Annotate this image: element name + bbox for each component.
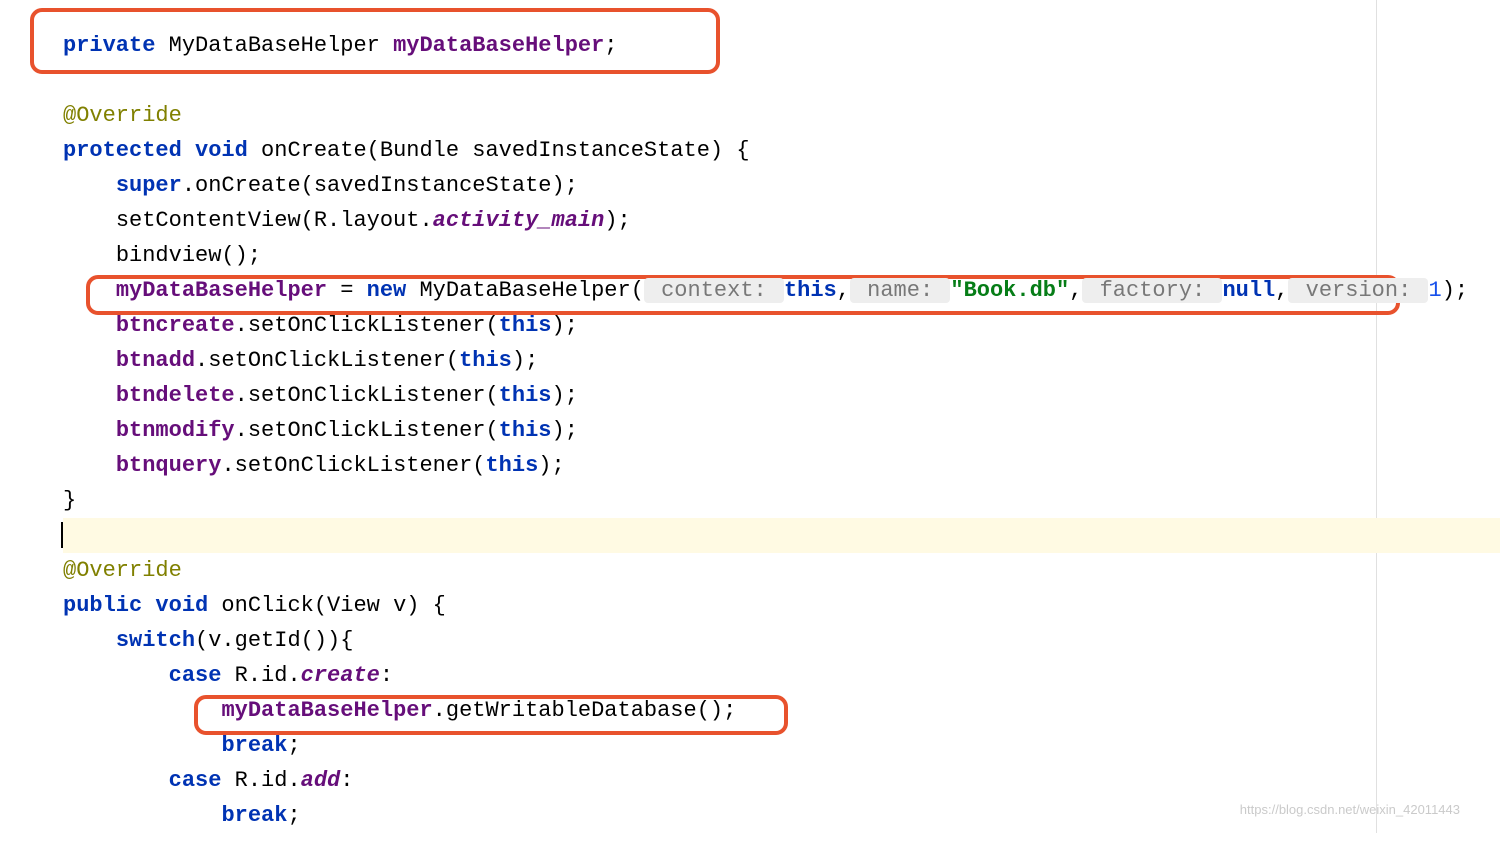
code-line: btncreate.setOnClickListener(this); (63, 308, 1500, 343)
watermark: https://blog.csdn.net/weixin_42011443 (1240, 792, 1460, 827)
code-line: case R.id.create: (63, 658, 1500, 693)
code-line (63, 63, 1500, 98)
code-line: } (63, 483, 1500, 518)
code-line: btnmodify.setOnClickListener(this); (63, 413, 1500, 448)
code-line: private MyDataBaseHelper myDataBaseHelpe… (63, 28, 1500, 63)
code-line: setContentView(R.layout.activity_main); (63, 203, 1500, 238)
code-line: @Override (63, 553, 1500, 588)
code-line: break; (63, 728, 1500, 763)
code-line: myDataBaseHelper.getWritableDatabase(); (63, 693, 1500, 728)
code-editor: private MyDataBaseHelper myDataBaseHelpe… (0, 0, 1500, 833)
code-line: switch(v.getId()){ (63, 623, 1500, 658)
code-line: public void onClick(View v) { (63, 588, 1500, 623)
code-line: bindview(); (63, 238, 1500, 273)
code-line: @Override (63, 98, 1500, 133)
code-line: btndelete.setOnClickListener(this); (63, 378, 1500, 413)
code-line: btnadd.setOnClickListener(this); (63, 343, 1500, 378)
code-line: super.onCreate(savedInstanceState); (63, 168, 1500, 203)
code-line-caret (63, 518, 1500, 553)
code-line: btnquery.setOnClickListener(this); (63, 448, 1500, 483)
code-line: myDataBaseHelper = new MyDataBaseHelper(… (63, 273, 1500, 308)
code-line: protected void onCreate(Bundle savedInst… (63, 133, 1500, 168)
caret-icon (61, 522, 63, 548)
